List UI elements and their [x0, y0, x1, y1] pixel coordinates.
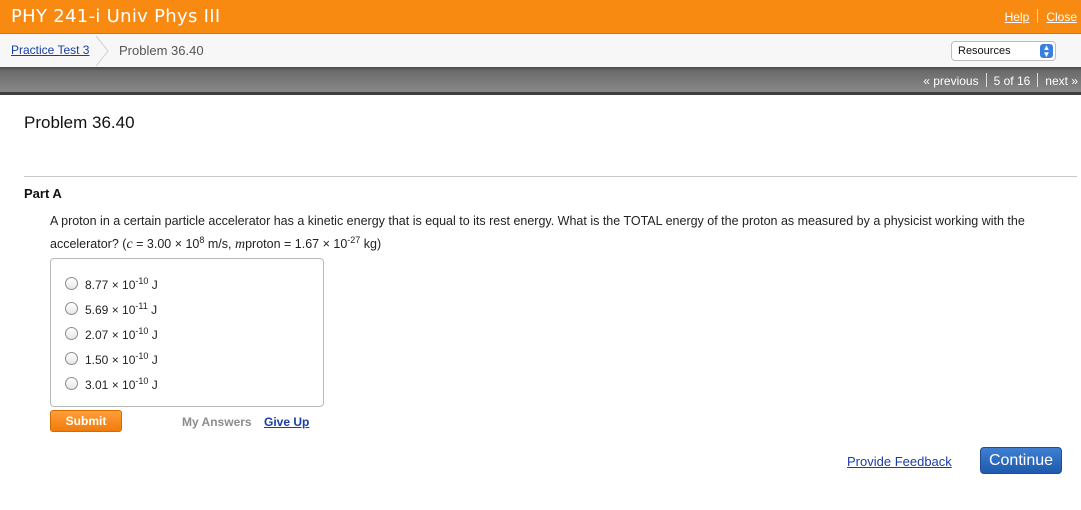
radio-button[interactable]	[65, 327, 78, 340]
breadcrumb-chevron-icon	[95, 36, 109, 66]
next-link[interactable]: next »	[1045, 74, 1078, 88]
previous-link[interactable]: « previous	[923, 74, 978, 88]
resources-select-label: Resources	[958, 45, 1011, 57]
radio-button[interactable]	[65, 302, 78, 315]
close-link[interactable]: Close	[1046, 10, 1077, 24]
radio-button[interactable]	[65, 277, 78, 290]
c-unit: m/s,	[204, 237, 235, 252]
resources-select[interactable]: Resources ▲ ▼	[951, 41, 1056, 61]
my-answers-link: My Answers	[182, 415, 252, 429]
select-arrows-icon: ▲ ▼	[1040, 44, 1053, 59]
m-unit: kg	[360, 237, 377, 252]
question-text: A proton in a certain particle accelerat…	[50, 214, 1025, 253]
submit-button[interactable]: Submit	[50, 410, 122, 432]
m-exponent: -27	[347, 235, 361, 245]
problem-position: 5 of 16	[993, 74, 1031, 88]
m-subscript: proton	[245, 237, 281, 252]
problem-pager: « previous 5 of 16 next »	[923, 73, 1078, 88]
course-title: PHY 241-i Univ Phys III	[11, 6, 221, 27]
breadcrumb-practice-test-link[interactable]: Practice Test 3	[11, 43, 89, 57]
breadcrumb: Practice Test 3 Problem 36.40	[0, 34, 1081, 67]
continue-button[interactable]: Continue	[980, 447, 1062, 474]
m-symbol: m	[234, 237, 246, 253]
radio-button[interactable]	[65, 377, 78, 390]
help-link[interactable]: Help	[1005, 10, 1030, 24]
choice-label: 1.50 × 10-10 J	[85, 351, 158, 367]
part-title: Part A	[24, 186, 62, 201]
header-links: Help Close	[1005, 9, 1077, 24]
divider	[1037, 73, 1039, 87]
choice-label: 2.07 × 10-10 J	[85, 326, 158, 342]
choice-label: 3.01 × 10-10 J	[85, 376, 158, 392]
breadcrumb-current: Problem 36.40	[119, 43, 204, 58]
divider	[1037, 9, 1039, 23]
radio-button[interactable]	[65, 352, 78, 365]
m-value: = 1.67 × 10	[280, 237, 348, 252]
course-header: PHY 241-i Univ Phys III Help Close	[0, 0, 1081, 34]
provide-feedback-link[interactable]: Provide Feedback	[847, 454, 952, 469]
divider	[985, 73, 987, 87]
choice-label: 8.77 × 10-10 J	[85, 276, 158, 292]
give-up-link[interactable]: Give Up	[264, 415, 309, 429]
choice-label: 5.69 × 10-11 J	[85, 301, 158, 317]
answer-choices: 8.77 × 10-10 J 5.69 × 10-11 J 2.07 × 10-…	[50, 258, 324, 407]
c-value: = 3.00 × 10	[132, 237, 200, 252]
problem-navigation-bar: « previous 5 of 16 next »	[0, 67, 1081, 95]
problem-title: Problem 36.40	[24, 113, 135, 132]
divider	[24, 176, 1077, 177]
